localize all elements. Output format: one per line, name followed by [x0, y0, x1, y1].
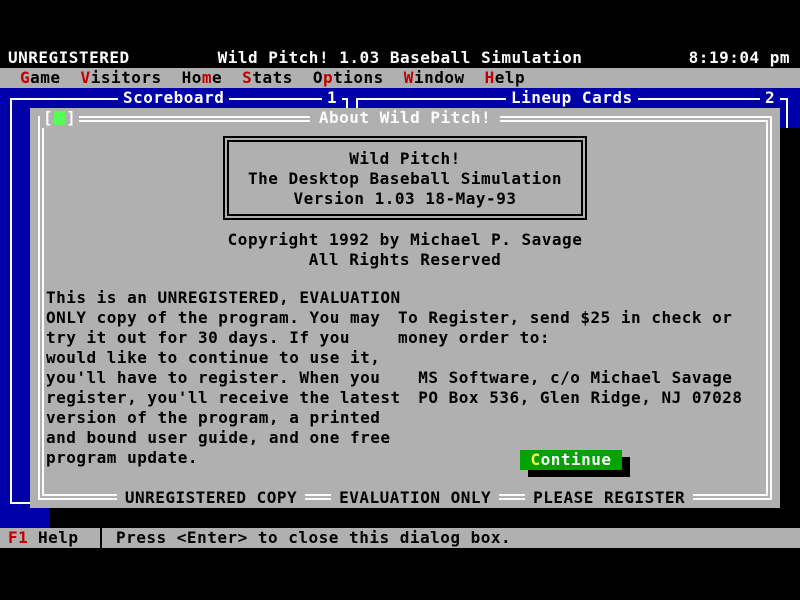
bracket-right: ] [66, 108, 76, 127]
menu-item-options[interactable]: Options [313, 68, 384, 88]
program-subtitle: The Desktop Baseball Simulation [229, 169, 581, 189]
menu-hotkey: H [485, 68, 495, 87]
dos-screen: UNREGISTERED Wild Pitch! 1.03 Baseball S… [0, 0, 800, 600]
menu-label: Ho [182, 68, 202, 87]
menu-item-help[interactable]: Help [485, 68, 526, 88]
menu-label: ame [30, 68, 60, 87]
program-info-box: Wild Pitch! The Desktop Baseball Simulat… [223, 136, 587, 220]
menu-hotkey: m [202, 68, 212, 87]
menu-label: isitors [91, 68, 162, 87]
menu-label: indow [414, 68, 465, 87]
menu-hotkey: G [20, 68, 30, 87]
menu-item-stats[interactable]: Stats [242, 68, 293, 88]
menu-label: tats [252, 68, 293, 87]
program-version: Version 1.03 18-May-93 [229, 189, 581, 209]
badge-unregistered-copy: UNREGISTERED COPY [117, 488, 305, 508]
close-button[interactable]: [] [40, 108, 79, 128]
badge-evaluation-only: EVALUATION ONLY [331, 488, 499, 508]
bracket-left: [ [43, 108, 53, 127]
menu-item-visitors[interactable]: Visitors [81, 68, 162, 88]
app-titlebar: UNREGISTERED Wild Pitch! 1.03 Baseball S… [0, 48, 800, 68]
f1-key-hint[interactable]: F1 [8, 528, 28, 548]
dialog-footer: UNREGISTERED COPY EVALUATION ONLY PLEASE… [30, 488, 780, 508]
registration-info: To Register, send $25 in check or money … [398, 308, 743, 408]
close-icon [54, 111, 65, 125]
evaluation-notice: This is an UNREGISTERED, EVALUATION ONLY… [46, 288, 406, 468]
window-number-lineup-cards: 2 [760, 88, 780, 108]
copyright-text: Copyright 1992 by Michael P. Savage All … [30, 230, 780, 270]
menu-item-game[interactable]: Game [20, 68, 61, 88]
dialog-shadow-right [780, 128, 800, 508]
clock: 8:19:04 pm [689, 48, 790, 68]
program-name: Wild Pitch! [229, 149, 581, 169]
status-message: Press <Enter> to close this dialog box. [116, 528, 511, 548]
menu-hotkey: S [242, 68, 252, 87]
menu-hotkey: p [323, 68, 333, 87]
menu-hotkey: W [404, 68, 414, 87]
badge-please-register: PLEASE REGISTER [525, 488, 693, 508]
dialog-shadow-bottom [50, 508, 800, 528]
help-label[interactable]: Help [38, 528, 79, 548]
menu-label: O [313, 68, 323, 87]
menu-label: tions [333, 68, 384, 87]
continue-hotkey: C [530, 450, 540, 469]
menu-label: e [212, 68, 222, 87]
status-divider [100, 528, 102, 548]
window-title-scoreboard[interactable]: Scoreboard [118, 88, 229, 108]
registration-status: UNREGISTERED [8, 48, 130, 68]
window-title-lineup-cards[interactable]: Lineup Cards [506, 88, 638, 108]
about-dialog: [] About Wild Pitch! Wild Pitch! The Des… [30, 108, 780, 508]
status-bar: F1 Help Press <Enter> to close this dial… [0, 528, 800, 548]
menu-bar: Game Visitors Home Stats Options Window … [0, 68, 800, 88]
app-title: Wild Pitch! 1.03 Baseball Simulation [218, 48, 583, 68]
dialog-title: About Wild Pitch! [310, 108, 500, 128]
menu-hotkey: V [81, 68, 91, 87]
menu-item-home[interactable]: Home [182, 68, 223, 88]
continue-label: ontinue [541, 450, 612, 469]
menu-item-window[interactable]: Window [404, 68, 465, 88]
window-number-scoreboard: 1 [322, 88, 342, 108]
continue-button[interactable]: Continue [520, 450, 622, 470]
menu-label: elp [495, 68, 525, 87]
